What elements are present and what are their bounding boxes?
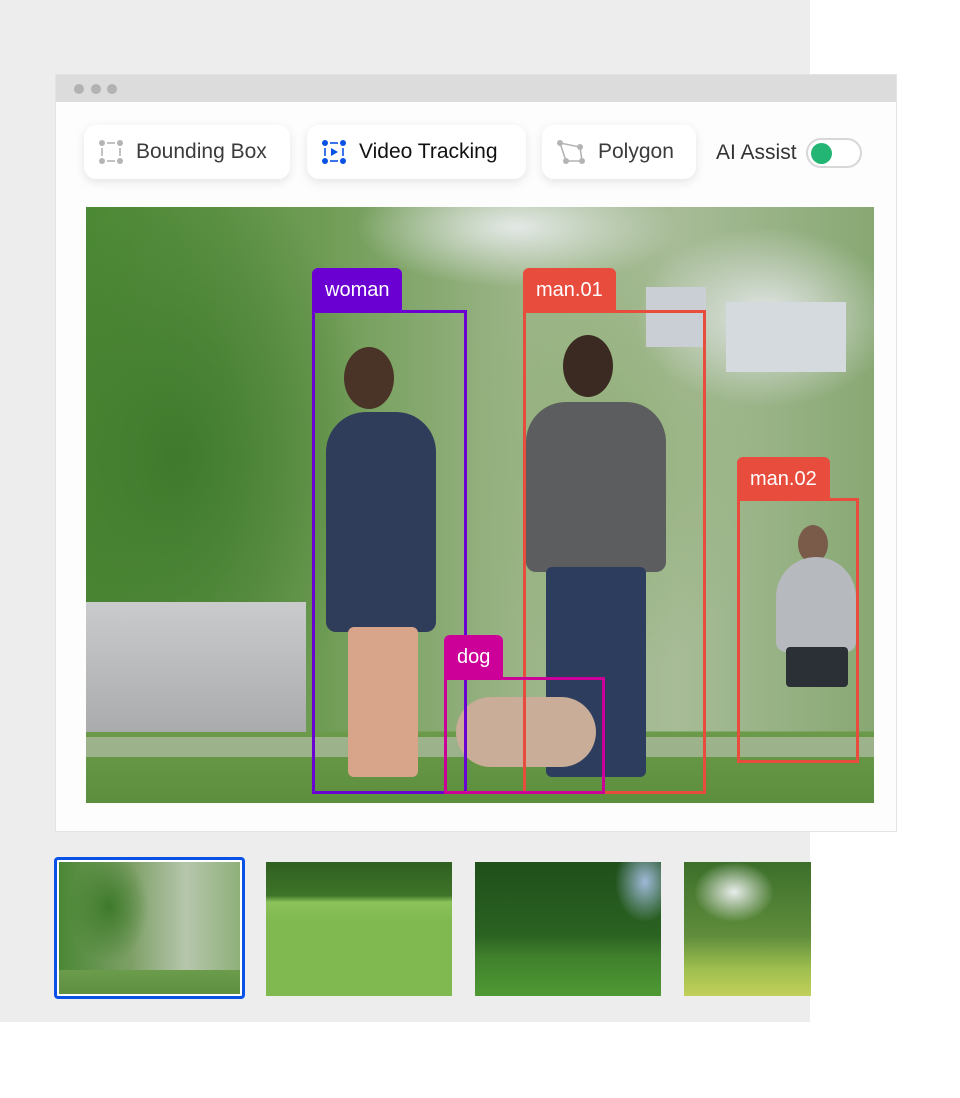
frame-4-thumbnail bbox=[684, 862, 811, 996]
ai-assist-toggle[interactable] bbox=[805, 138, 862, 168]
filmstrip-frame-4[interactable] bbox=[684, 862, 811, 996]
tool-polygon-label: Polygon bbox=[598, 140, 674, 163]
toggle-knob bbox=[810, 142, 832, 164]
tool-bounding-box-label: Bounding Box bbox=[136, 140, 267, 163]
bbox-tag-man-02[interactable]: man.02 bbox=[737, 457, 830, 501]
window-maximize-dot[interactable] bbox=[107, 84, 117, 94]
frame-1-thumbnail bbox=[59, 862, 240, 994]
filmstrip-frame-1[interactable] bbox=[54, 857, 245, 999]
ai-assist-control: AI Assist bbox=[716, 138, 862, 168]
background-wall bbox=[86, 602, 306, 732]
bbox-dog[interactable] bbox=[444, 677, 605, 794]
tool-polygon-button[interactable]: Polygon bbox=[542, 125, 696, 179]
frame-3-thumbnail bbox=[475, 862, 661, 996]
bounding-box-icon bbox=[99, 140, 123, 164]
bbox-tag-dog[interactable]: dog bbox=[444, 635, 504, 679]
window-titlebar bbox=[56, 75, 896, 102]
bbox-man-02[interactable] bbox=[737, 498, 859, 763]
tool-bounding-box-button[interactable]: Bounding Box bbox=[84, 125, 290, 179]
filmstrip-frame-3[interactable] bbox=[475, 862, 661, 996]
window-close-dot[interactable] bbox=[74, 84, 84, 94]
tool-video-tracking-label: Video Tracking bbox=[359, 140, 498, 163]
frame-2-thumbnail bbox=[266, 862, 452, 996]
ai-assist-label: AI Assist bbox=[716, 141, 797, 164]
annotation-canvas[interactable]: woman man.01 dog man.02 bbox=[86, 207, 874, 803]
bbox-tag-woman[interactable]: woman bbox=[312, 268, 403, 312]
bbox-tag-man-01[interactable]: man.01 bbox=[523, 268, 616, 312]
filmstrip-frame-2[interactable] bbox=[266, 862, 452, 996]
background-building bbox=[726, 302, 846, 372]
video-tracking-icon bbox=[322, 140, 346, 164]
window-minimize-dot[interactable] bbox=[91, 84, 101, 94]
polygon-icon bbox=[557, 140, 585, 164]
tool-video-tracking-button[interactable]: Video Tracking bbox=[307, 125, 526, 179]
